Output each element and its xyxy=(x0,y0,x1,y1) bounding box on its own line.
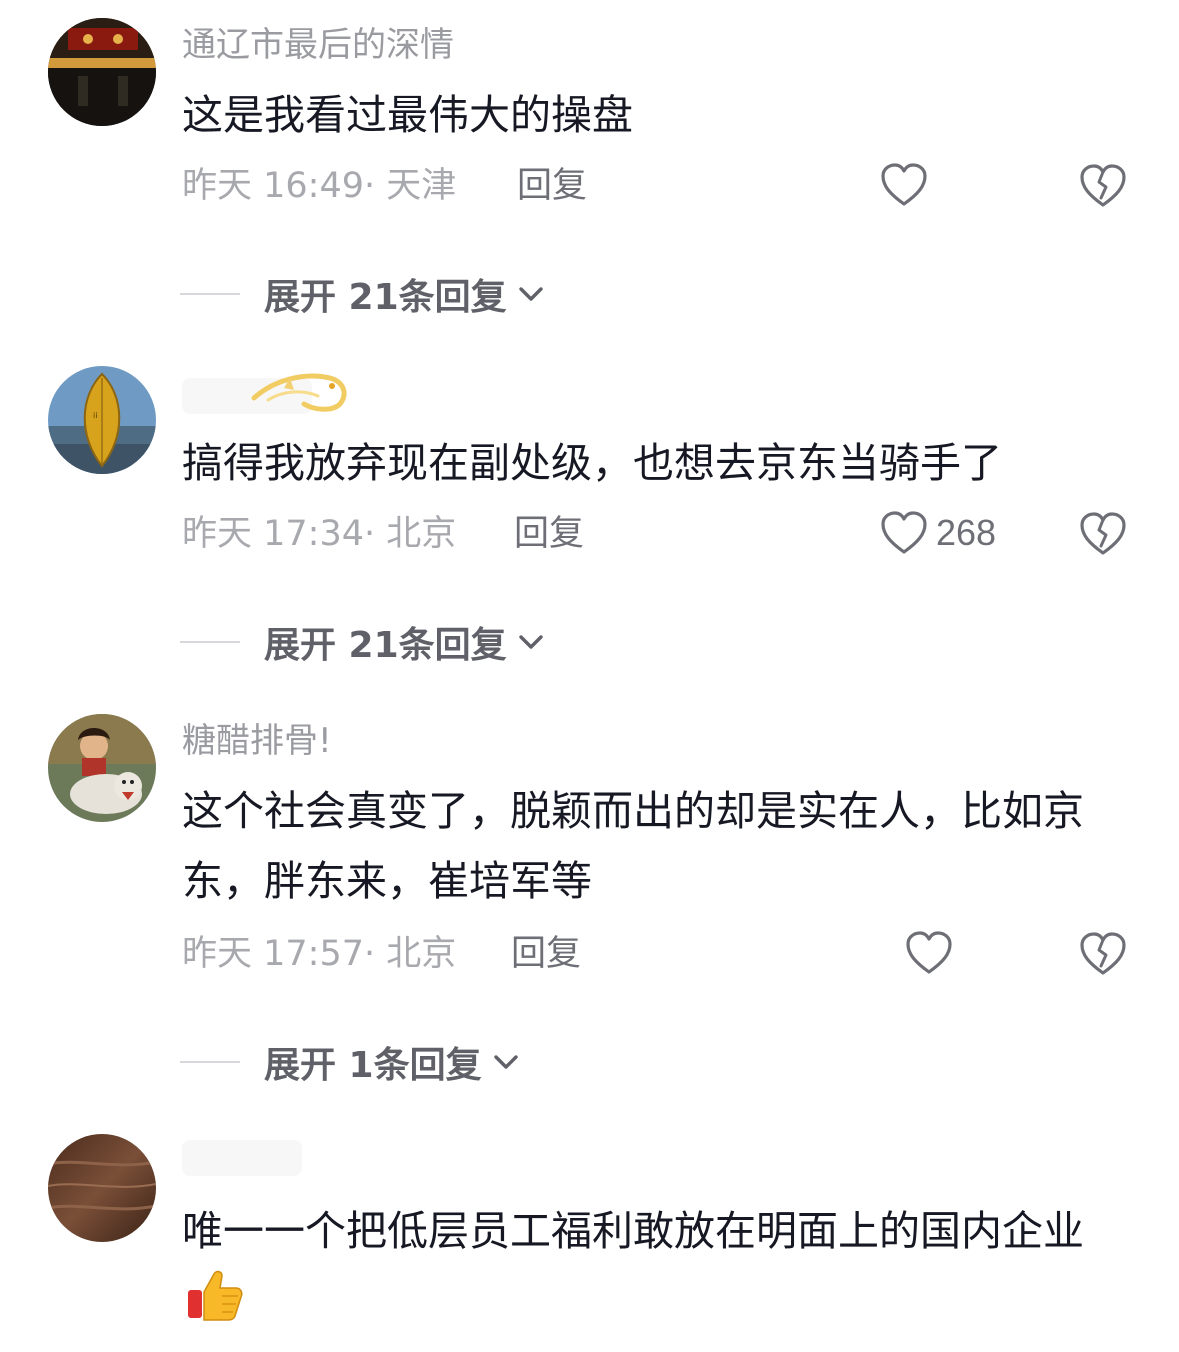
dislike-button[interactable] xyxy=(1078,930,1128,982)
golden-dragon-icon xyxy=(244,360,354,424)
chevron-down-icon xyxy=(493,1055,518,1069)
dislike-button[interactable] xyxy=(1078,162,1128,214)
heart-outline-icon xyxy=(881,511,927,554)
wood-grain-avatar xyxy=(48,1134,156,1242)
comment-time: 昨天 17:34 xyxy=(182,514,364,554)
reply-button[interactable]: 回复 xyxy=(517,164,587,208)
svg-text:ⅰⅰ: ⅰⅰ xyxy=(93,411,97,420)
expand-replies-label: 展开 1条回复 xyxy=(264,1045,482,1086)
comment-text: 这是我看过最伟大的操盘 xyxy=(182,91,633,139)
broken-heart-icon xyxy=(1080,932,1126,975)
comment-location: 天津 xyxy=(386,166,457,206)
comment-location: 北京 xyxy=(386,514,457,554)
comment-meta: 昨天 16:49· 天津 xyxy=(182,164,456,208)
comment-location: 北京 xyxy=(386,934,457,974)
comment-text: 搞得我放弃现在副处级，也想去京东当骑手了 xyxy=(182,439,1002,487)
reply-button[interactable]: 回复 xyxy=(511,932,581,976)
username[interactable] xyxy=(182,1140,302,1176)
expand-replies-button[interactable]: 展开 21条回复 xyxy=(180,268,547,320)
golden-leaf-avatar: ⅰⅰ xyxy=(48,366,156,474)
expand-replies-label: 展开 21条回复 xyxy=(264,277,507,318)
comment-text: 这个社会真变了，脱颖而出的却是实在人，比如京东，胖东来，崔培军等 xyxy=(182,787,1084,905)
chevron-down-icon xyxy=(518,287,543,301)
chevron-down-icon xyxy=(518,635,543,649)
storefront-night-avatar xyxy=(48,18,156,126)
expand-replies-label: 展开 21条回复 xyxy=(264,625,507,666)
comment-text: 唯一一个把低层员工福利敢放在明面上的国内企业 xyxy=(182,1196,1122,1345)
username[interactable]: 糖醋排骨! xyxy=(182,720,332,762)
comment-text-body: 唯一一个把低层员工福利敢放在明面上的国内企业 xyxy=(182,1207,1084,1255)
heart-outline-icon xyxy=(881,163,927,206)
comment-meta: 昨天 17:57· 北京 xyxy=(182,932,456,976)
expand-replies-button[interactable]: 展开 21条回复 xyxy=(180,616,547,668)
avatar[interactable] xyxy=(48,714,156,822)
comment-time: 昨天 17:57 xyxy=(182,934,364,974)
location-separator: · xyxy=(364,166,387,206)
like-button[interactable] xyxy=(905,930,961,976)
dislike-button[interactable] xyxy=(1078,510,1128,562)
divider-line xyxy=(180,641,240,643)
comment-meta: 昨天 17:34· 北京 xyxy=(182,512,456,556)
avatar[interactable] xyxy=(48,18,156,126)
reply-button[interactable]: 回复 xyxy=(514,512,584,556)
expand-replies-button[interactable]: 展开 1条回复 xyxy=(180,1036,522,1088)
comment-time: 昨天 16:49 xyxy=(182,166,364,206)
thumbs-up-icon xyxy=(186,1266,244,1345)
location-separator: · xyxy=(364,514,387,554)
heart-outline-icon xyxy=(906,931,952,974)
divider-line xyxy=(180,293,240,295)
avatar[interactable] xyxy=(48,1134,156,1242)
location-separator: · xyxy=(364,934,387,974)
girl-riding-tiger-avatar xyxy=(48,714,156,822)
avatar[interactable]: ⅰⅰ xyxy=(48,366,156,474)
like-button[interactable]: 268 xyxy=(880,510,996,556)
like-button[interactable] xyxy=(880,162,936,208)
divider-line xyxy=(180,1061,240,1063)
broken-heart-icon xyxy=(1080,512,1126,555)
broken-heart-icon xyxy=(1080,164,1126,207)
like-count: 268 xyxy=(936,512,997,553)
username[interactable]: 通辽市最后的深情 xyxy=(182,24,454,66)
